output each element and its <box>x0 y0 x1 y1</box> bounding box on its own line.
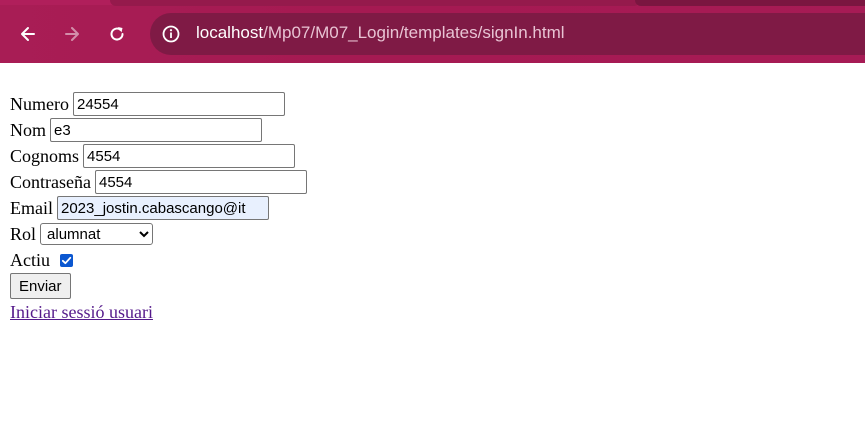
email-field[interactable] <box>57 196 269 220</box>
login-link[interactable]: Iniciar sessió usuari <box>10 299 153 325</box>
url-text[interactable]: localhost/Mp07/M07_Login/templates/signI… <box>196 23 565 43</box>
nom-label: Nom <box>10 120 46 140</box>
cognoms-row: Cognoms <box>10 143 307 169</box>
browser-toolbar: localhost/Mp07/M07_Login/templates/signI… <box>0 0 865 63</box>
reload-icon <box>110 27 124 41</box>
actiu-row: Actiu <box>10 247 307 273</box>
cognoms-label: Cognoms <box>10 146 80 166</box>
actiu-label: Actiu <box>10 250 50 270</box>
tab-strip-shadow <box>110 0 640 6</box>
tab-strip-edge <box>635 0 865 6</box>
numero-field[interactable] <box>72 92 285 116</box>
back-arrow-icon <box>21 27 35 41</box>
email-label: Email <box>10 198 53 218</box>
address-bar[interactable]: localhost/Mp07/M07_Login/templates/signI… <box>150 13 865 55</box>
submit-row: Enviar <box>10 273 307 299</box>
numero-label: Numero <box>10 94 69 114</box>
nom-field[interactable] <box>50 118 262 142</box>
numero-row: Numero <box>10 91 307 117</box>
email-row: Email <box>10 195 307 221</box>
site-info-icon <box>162 25 180 43</box>
forward-button[interactable] <box>57 19 87 49</box>
rol-label: Rol <box>10 224 37 244</box>
link-row: Iniciar sessió usuari <box>10 299 307 325</box>
back-button[interactable] <box>13 19 43 49</box>
cognoms-field[interactable] <box>83 144 296 168</box>
url-path: /Mp07/M07_Login/templates/signIn.html <box>263 23 565 42</box>
checkmark-icon <box>61 256 72 264</box>
url-host: localhost <box>196 23 264 42</box>
signin-form: Numero Nom Cognoms Contraseña Email Rol … <box>10 91 307 325</box>
contrasena-field[interactable] <box>94 170 307 194</box>
site-info-button[interactable] <box>158 21 184 47</box>
contrasena-label: Contraseña <box>10 172 91 192</box>
rol-row: Rol alumnat <box>10 221 307 247</box>
contrasena-row: Contraseña <box>10 169 307 195</box>
submit-button[interactable]: Enviar <box>10 273 71 299</box>
actiu-checkbox[interactable] <box>60 253 73 267</box>
rol-select[interactable]: alumnat <box>40 223 154 245</box>
nom-row: Nom <box>10 117 307 143</box>
reload-button[interactable] <box>102 19 132 49</box>
forward-arrow-icon <box>65 27 79 41</box>
